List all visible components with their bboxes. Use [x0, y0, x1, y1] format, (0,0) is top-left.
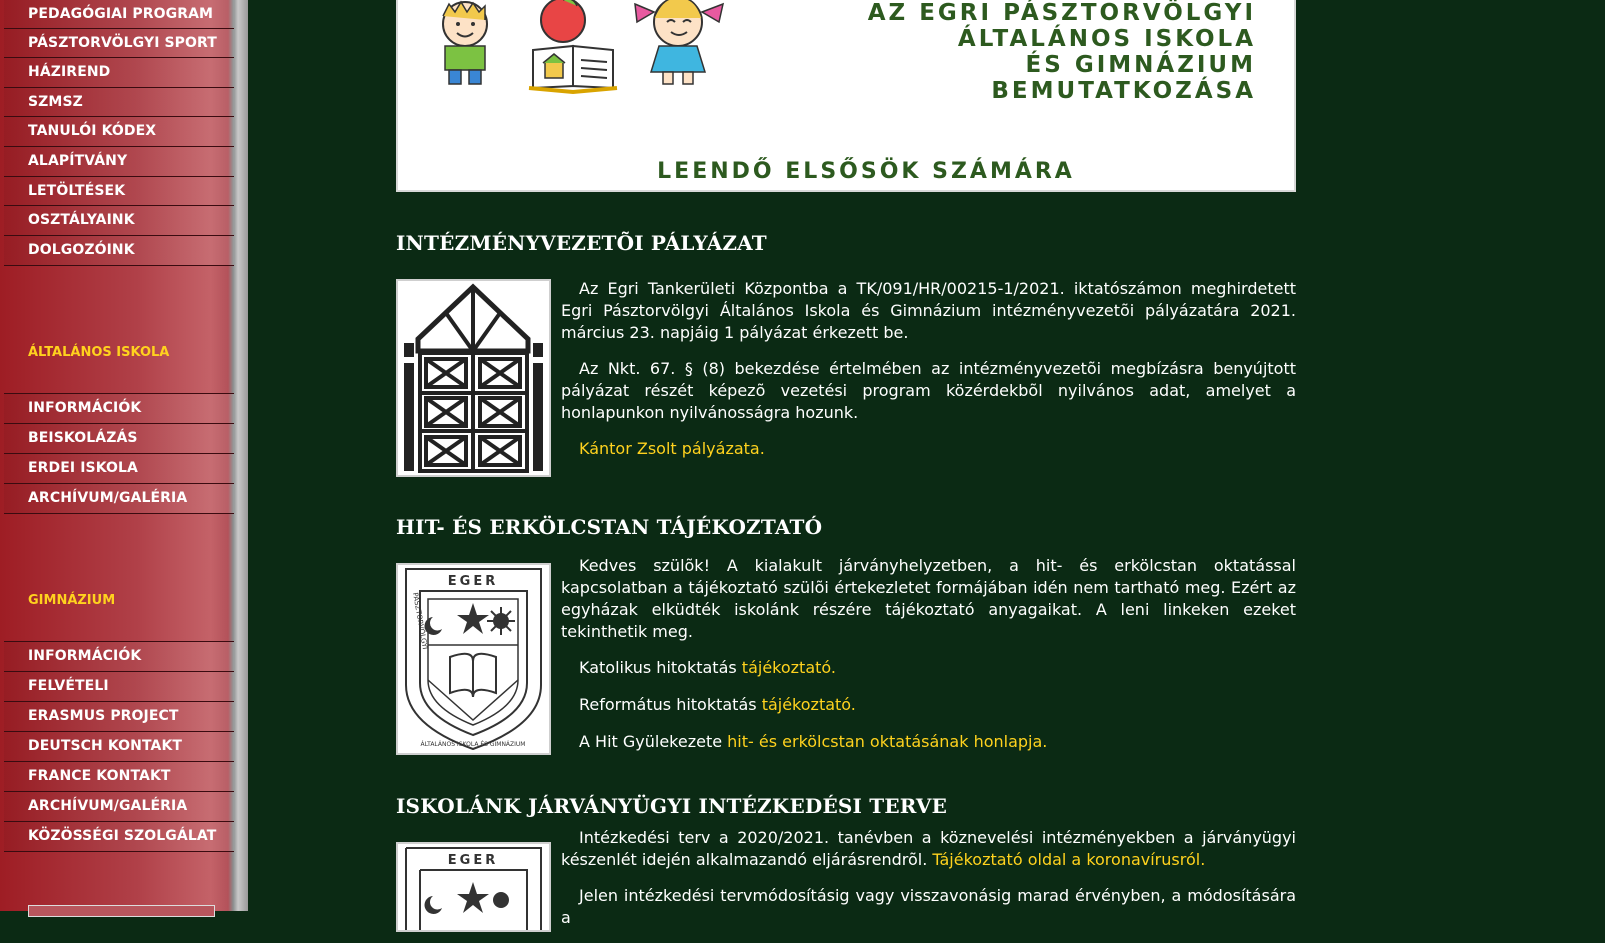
- sidebar-item-osztalyaink[interactable]: OSZTÁLYAINK: [4, 206, 234, 236]
- text-katolikus: Katolikus hitoktatás: [579, 658, 742, 677]
- sidebar-item-tanuloi-kodex[interactable]: TANULÓI KÓDEX: [4, 117, 234, 147]
- paragraph: Az Egri Tankerületi Központba a TK/091/H…: [561, 279, 1296, 342]
- sidebar-item-kozossegi-szolgalat[interactable]: KÖZÖSSÉGI SZOLGÁLAT: [4, 822, 234, 852]
- kids-illustration: [442, 0, 725, 95]
- article-body-palyazat: Az Egri Tankerületi Központba a TK/091/H…: [561, 278, 1296, 475]
- sidebar-item-hazirend[interactable]: HÁZIREND: [4, 58, 234, 88]
- main-content: AZ EGRI PÁSZTORVÖLGYI ÁLTALÁNOS ISKOLA É…: [248, 0, 1605, 932]
- sidebar-item-france-kontakt[interactable]: FRANCE KONTAKT: [4, 762, 234, 792]
- sidebar-item-alapitvany[interactable]: ALAPÍTVÁNY: [4, 147, 234, 177]
- sidebar-item-informaciok-gim[interactable]: INFORMÁCIÓK: [4, 642, 234, 672]
- school-emblem-image-2: EGER: [396, 842, 551, 932]
- section-heading-gimnazium: GIMNÁZIUM: [4, 514, 234, 642]
- text-reformatus: Református hitoktatás: [579, 695, 762, 714]
- sidebar-search-input[interactable]: [28, 905, 215, 917]
- article-body-jarvanyugyi-terv: Intézkedési terv a 2020/2021. tanévben a…: [561, 827, 1296, 943]
- emblem-top-text: EGER: [448, 853, 498, 868]
- link-reformatus-tajekoztato[interactable]: tájékoztató.: [762, 695, 856, 714]
- sidebar-item-erdei-iskola[interactable]: ERDEI ISKOLA: [4, 454, 234, 484]
- paragraph: Kántor Zsolt pályázata.: [561, 438, 1296, 460]
- gate-icon: [398, 281, 549, 475]
- article-title-jarvanyugyi-terv: ISKOLÁNK JÁRVÁNYÜGYI INTÉZKEDÉSI TERVE: [396, 794, 948, 818]
- text-hit-gyulekezete: A Hit Gyülekezete: [579, 732, 728, 751]
- sidebar-item-deutsch-kontakt[interactable]: DEUTSCH KONTAKT: [4, 732, 234, 762]
- paragraph: Katolikus hitoktatás tájékoztató.: [561, 657, 1296, 679]
- sidebar-item-informaciok-ai[interactable]: INFORMÁCIÓK: [4, 394, 234, 424]
- promo-banner[interactable]: AZ EGRI PÁSZTORVÖLGYI ÁLTALÁNOS ISKOLA É…: [396, 0, 1296, 192]
- building-gate-image: [396, 279, 551, 477]
- school-emblem-icon: EGER: [398, 844, 549, 930]
- paragraph: A Hit Gyülekezete hit- és erkölcstan okt…: [561, 731, 1296, 753]
- sidebar-item-letoltesek[interactable]: LETÖLTÉSEK: [4, 177, 234, 206]
- banner-subtitle: LEENDŐ ELSŐSÖK SZÁMÁRA: [657, 159, 1075, 184]
- link-kantor-zsolt-palyazata[interactable]: Kántor Zsolt pályázata.: [579, 439, 765, 458]
- sidebar: PEDAGÓGIAI PROGRAM PÁSZTORVÖLGYI SPORT H…: [0, 0, 248, 917]
- paragraph: Intézkedési terv a 2020/2021. tanévben a…: [561, 827, 1296, 871]
- section-heading-altalanos-iskola: ÁLTALÁNOS ISKOLA: [4, 266, 234, 394]
- sidebar-item-pasztorvolgyi-sport[interactable]: PÁSZTORVÖLGYI SPORT: [4, 29, 234, 58]
- paragraph: Jelen intézkedési tervmódosításig vagy v…: [561, 886, 1296, 927]
- article-title-hit-erkolcstan: HIT- ÉS ERKÖLCSTAN TÁJÉKOZTATÓ: [396, 515, 823, 539]
- article-body-hit-erkolcstan: Kedves szülõk! A kialakult járványhelyze…: [561, 555, 1296, 768]
- link-koronavirus-oldal[interactable]: Tájékoztató oldal a koronavírusról.: [932, 850, 1205, 869]
- article-title-palyazat: INTÉZMÉNYVEZETÕI PÁLYÁZAT: [396, 231, 767, 255]
- link-hit-gyulekezete-honlap[interactable]: hit- és erkölcstan oktatásának honlapja.: [727, 732, 1047, 751]
- sidebar-item-pedagogiai-program[interactable]: PEDAGÓGIAI PROGRAM: [4, 0, 234, 29]
- sidebar-item-szmsz[interactable]: SZMSZ: [4, 88, 234, 117]
- sidebar-item-archivum-galeria-gim[interactable]: ARCHÍVUM/GALÉRIA: [4, 792, 234, 822]
- sidebar-item-erasmus-project[interactable]: ERASMUS PROJECT: [4, 702, 234, 732]
- banner-title: AZ EGRI PÁSZTORVÖLGYI ÁLTALÁNOS ISKOLA É…: [867, 0, 1256, 104]
- link-katolikus-tajekoztato[interactable]: tájékoztató.: [742, 658, 836, 677]
- sidebar-item-archivum-galeria-ai[interactable]: ARCHÍVUM/GALÉRIA: [4, 484, 234, 514]
- emblem-bottom-text: ÁLTALÁNOS ISKOLA ÉS GIMNÁZIUM: [421, 740, 526, 748]
- school-emblem-icon: EGER PÁSZTORVÖLGYI ÁLTALÁNOS ISKOLA ÉS G…: [398, 565, 549, 753]
- paragraph: Az Nkt. 67. § (8) bekezdése értelmében a…: [561, 359, 1296, 422]
- paragraph: Református hitoktatás tájékoztató.: [561, 694, 1296, 716]
- sidebar-item-beiskolazas[interactable]: BEISKOLÁZÁS: [4, 424, 234, 454]
- emblem-top-text: EGER: [448, 574, 498, 589]
- school-emblem-image: EGER PÁSZTORVÖLGYI ÁLTALÁNOS ISKOLA ÉS G…: [396, 563, 551, 755]
- sidebar-item-dolgozoink[interactable]: DOLGOZÓINK: [4, 236, 234, 266]
- sidebar-menu: PEDAGÓGIAI PROGRAM PÁSZTORVÖLGYI SPORT H…: [4, 0, 234, 852]
- paragraph: Kedves szülõk! A kialakult járványhelyze…: [561, 556, 1296, 641]
- sidebar-item-felveteli[interactable]: FELVÉTELI: [4, 672, 234, 702]
